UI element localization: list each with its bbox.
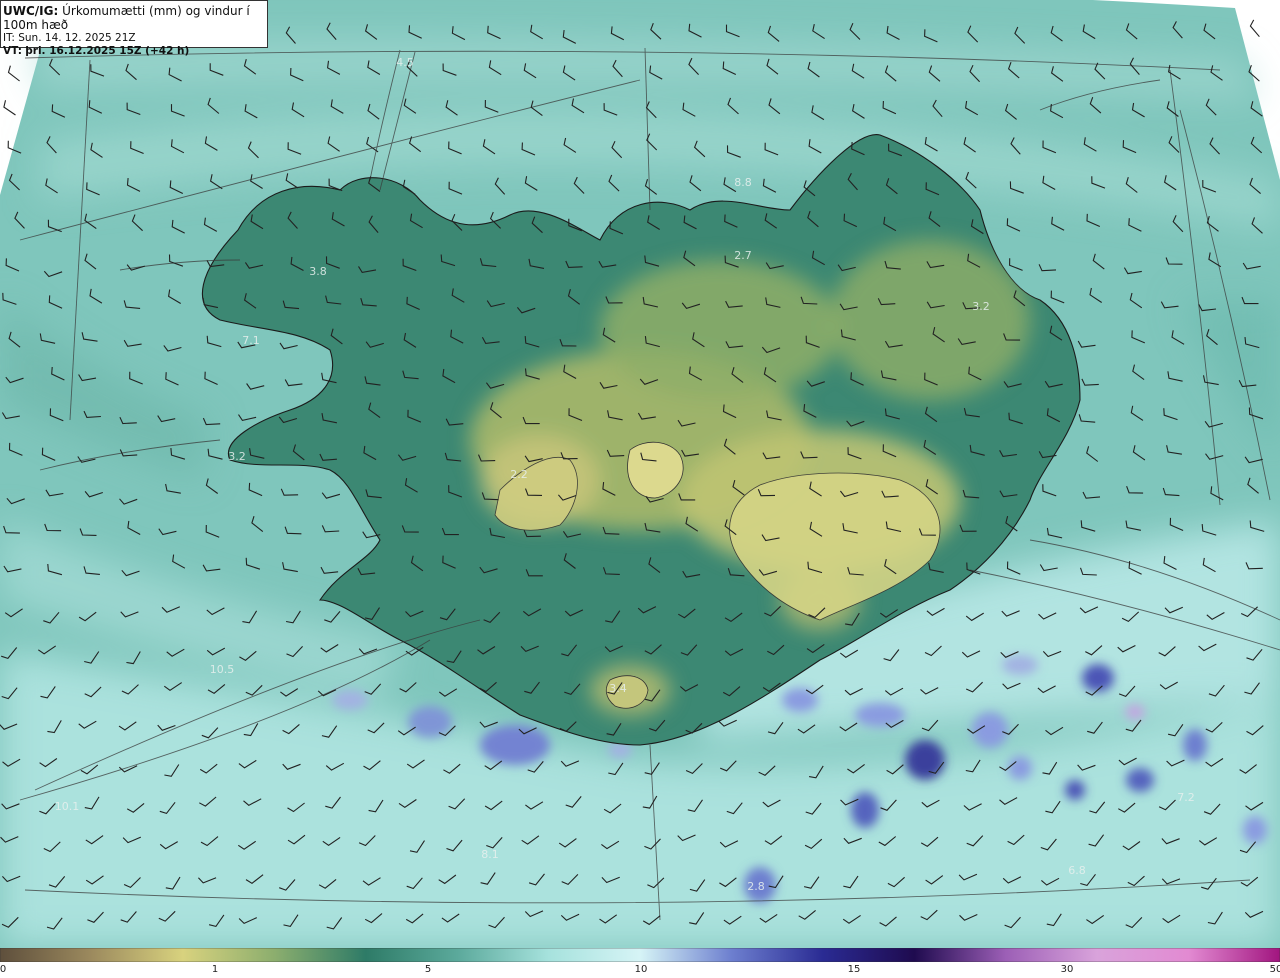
value-label: 3.2 [972, 300, 990, 313]
value-label: 7.2 [1177, 791, 1195, 804]
issue-time: IT: Sun. 14. 12. 2025 21Z [3, 32, 136, 45]
value-label: 3.2 [228, 450, 246, 463]
value-label: 2.2 [510, 468, 528, 481]
value-label: 10.1 [55, 800, 80, 813]
value-label: 2.8 [747, 880, 765, 893]
colorbar-tick-label: 1 [211, 964, 219, 975]
title-box: UWC/IG: Úrkomumætti (mm) og vindur í 100… [0, 0, 268, 57]
map-canvas: 4.5 3.8 7.1 3.2 2.2 2.7 3.2 3.4 10.5 10.1 8.1 2.8 6.… [0, 0, 1280, 948]
colorbar-tick-label: 0 [0, 964, 7, 975]
colorbar-tick-label: 30 [1060, 964, 1074, 975]
colorbar-tick-label: 50 [1269, 964, 1280, 975]
valid-time-line: VT: þri. 16.12.2025 15Z (+42 h) [3, 45, 267, 57]
value-label: 3.8 [309, 265, 327, 278]
valid-time: þri. 16.12.2025 15Z (+42 h) [25, 44, 190, 57]
value-label: 7.1 [242, 334, 260, 347]
colorbar-tick-label: 15 [847, 964, 861, 975]
colorbar-tick-label: 10 [634, 964, 648, 975]
title-line: UWC/IG: Úrkomumætti (mm) og vindur í 100… [3, 4, 267, 32]
colorbar-tick-label: 5 [424, 964, 432, 975]
value-label: 2.7 [734, 249, 752, 262]
value-label: 8.8 [734, 176, 752, 189]
valid-prefix: VT: [3, 44, 22, 57]
colorbar-gradient [0, 948, 1280, 962]
value-label: 3.4 [609, 682, 627, 695]
model-name: UWC/IG: [3, 4, 59, 18]
forecast-map: 4.5 3.8 7.1 3.2 2.2 2.7 3.2 3.4 10.5 10.1 8.1 2.8 6.… [0, 0, 1280, 948]
value-label: 4.5 [396, 56, 414, 69]
value-label: 10.5 [210, 663, 235, 676]
value-label: 6.8 [1068, 864, 1086, 877]
colorbar: 0 1 5 10 15 30 50 [0, 948, 1280, 978]
value-label: 8.1 [481, 848, 499, 861]
